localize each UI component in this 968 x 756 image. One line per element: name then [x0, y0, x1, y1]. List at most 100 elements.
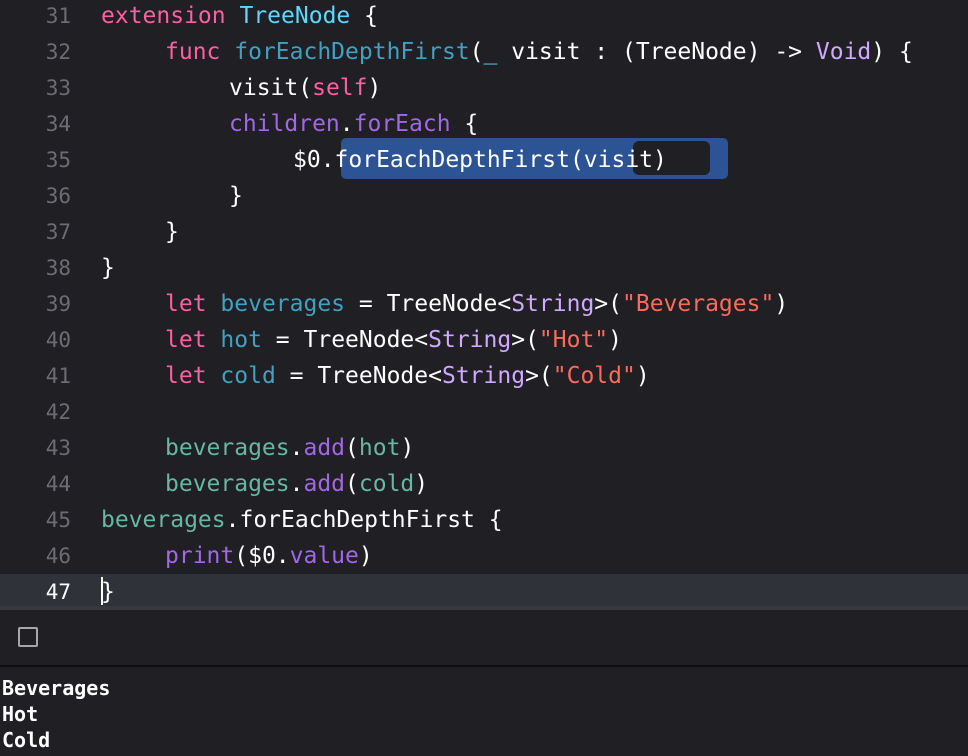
code-token: ) — [400, 435, 415, 461]
code-token: visit : (TreeNode) -> — [497, 39, 816, 65]
code-text: let beverages = TreeNode<String>("Bevera… — [165, 286, 788, 322]
code-line[interactable]: 31 extension TreeNode { — [0, 0, 968, 34]
code-token: hot — [220, 327, 262, 353]
code-token: "Beverages" — [622, 291, 775, 317]
line-number: 31 — [45, 4, 71, 28]
code-token: forEach — [353, 111, 451, 137]
code-token: = TreeNode< — [345, 291, 512, 317]
line-number: 45 — [45, 508, 71, 532]
code-token: forEachDepthFirst — [239, 507, 475, 533]
code-line[interactable]: 35 $0.forEachDepthFirst(visit) — [0, 142, 968, 178]
code-text: extension TreeNode { — [101, 0, 378, 34]
code-text: let hot = TreeNode<String>("Hot") — [165, 322, 622, 358]
line-number: 33 — [45, 76, 71, 100]
code-line[interactable]: 32 func forEachDepthFirst(_ visit : (Tree… — [0, 34, 968, 70]
code-line[interactable]: 34 children.forEach { — [0, 106, 968, 142]
code-token: } — [101, 579, 115, 605]
line-number: 42 — [45, 400, 71, 424]
code-line[interactable]: 45 beverages.forEachDepthFirst { — [0, 502, 968, 538]
code-token: ) — [635, 363, 650, 389]
console-line: Hot — [2, 702, 39, 726]
line-number: 41 — [45, 364, 71, 388]
code-line[interactable]: 43 beverages.add(hot) — [0, 430, 968, 466]
code-token: . — [289, 471, 304, 497]
console-toggle-icon[interactable] — [18, 627, 38, 647]
code-token: extension — [101, 3, 226, 29]
code-token: _ — [483, 39, 498, 65]
code-text: $0.forEachDepthFirst(visit) — [293, 142, 667, 178]
code-token: >( — [511, 327, 539, 353]
code-text: beverages.forEachDepthFirst { — [101, 502, 503, 538]
line-number: 36 — [45, 184, 71, 208]
code-line[interactable]: 42 — [0, 394, 968, 430]
code-text: visit(self) — [229, 70, 381, 106]
code-token: ) — [774, 291, 789, 317]
code-token: ($0. — [234, 543, 290, 569]
console-output[interactable]: Beverages Hot Cold — [0, 667, 968, 756]
code-text: func forEachDepthFirst(_ visit : (TreeNo… — [165, 34, 913, 70]
code-token: value — [289, 543, 359, 569]
console-line: Beverages — [2, 676, 111, 700]
code-token: cold — [358, 471, 415, 497]
code-line[interactable]: 38} — [0, 250, 968, 286]
code-line[interactable]: 36} — [0, 178, 968, 214]
code-text: } — [101, 250, 115, 286]
code-token: ( — [345, 471, 359, 497]
line-number: 35 — [45, 148, 71, 172]
code-line[interactable]: 44 beverages.add(cold) — [0, 466, 968, 502]
code-line[interactable]: 39 let beverages = TreeNode<String>("Beve… — [0, 286, 968, 322]
code-token: TreeNode — [239, 3, 351, 29]
code-line[interactable]: 40 let hot = TreeNode<String>("Hot") — [0, 322, 968, 358]
code-token: forEachDepthFirst(visit) — [334, 147, 667, 173]
code-token: func — [165, 39, 221, 65]
code-text: let cold = TreeNode<String>("Cold") — [165, 358, 650, 394]
code-token: Void — [815, 39, 872, 65]
code-line[interactable]: 46 print($0.value) — [0, 538, 968, 574]
code-token: >( — [525, 363, 553, 389]
code-line[interactable]: 33 visit(self) — [0, 70, 968, 106]
code-token: print — [165, 543, 235, 569]
code-token: ( — [469, 39, 484, 65]
line-number: 39 — [45, 292, 71, 316]
code-token: visit( — [229, 75, 313, 101]
code-line[interactable]: 41 let cold = TreeNode<String>("Cold") — [0, 358, 968, 394]
line-number: 38 — [45, 256, 71, 280]
code-text: children.forEach { — [229, 106, 478, 142]
code-token: children — [229, 111, 340, 137]
code-text: } — [229, 178, 243, 214]
line-number: 47 — [45, 580, 71, 604]
code-token: beverages — [101, 507, 226, 533]
code-token: . — [339, 111, 354, 137]
code-token: beverages — [165, 435, 290, 461]
code-token: forEachDepthFirst — [234, 39, 470, 65]
code-token: let — [165, 291, 207, 317]
code-token: = TreeNode< — [275, 363, 442, 389]
code-token: String — [428, 327, 512, 353]
code-line[interactable]: 37} — [0, 214, 968, 250]
code-token: "Hot" — [538, 327, 609, 353]
code-text: } — [165, 214, 179, 250]
code-text: print($0.value) — [165, 538, 373, 574]
code-token: } — [165, 219, 179, 245]
code-line[interactable]: 47} — [0, 574, 968, 610]
code-token: { — [450, 111, 479, 137]
code-token: . — [225, 507, 240, 533]
code-editor[interactable]: 31 extension TreeNode {32 func forEachDept… — [0, 0, 968, 610]
code-token: ( — [345, 435, 359, 461]
clipped-console-line — [0, 750, 968, 756]
line-number: 46 — [45, 544, 71, 568]
code-token: = TreeNode< — [261, 327, 429, 353]
code-token: String — [441, 363, 526, 389]
code-token: hot — [358, 435, 401, 461]
code-token: self — [312, 75, 368, 101]
line-number: 32 — [45, 40, 71, 64]
code-token: let — [165, 327, 207, 353]
line-number: 34 — [45, 112, 71, 136]
code-token: { — [350, 3, 378, 29]
code-token: . — [289, 435, 304, 461]
code-token: ) — [414, 471, 429, 497]
